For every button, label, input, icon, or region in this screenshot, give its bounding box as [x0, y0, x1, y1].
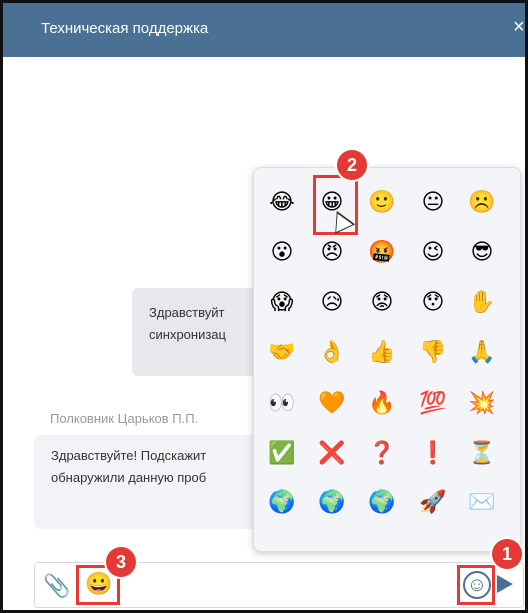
emoji-option[interactable]: 😐 [418, 188, 448, 218]
emoji-option[interactable]: ❓ [367, 439, 397, 469]
annotation-badge-2: 2 [337, 150, 367, 180]
emoji-option[interactable]: 😠 [317, 238, 347, 268]
emoji-option[interactable]: 👌 [317, 338, 347, 368]
emoji-option[interactable]: 😟 [367, 288, 397, 318]
annotation-badge-3: 3 [106, 547, 136, 577]
emoji-option[interactable]: 👀 [267, 389, 297, 419]
emoji-option[interactable]: 🔥 [367, 389, 397, 419]
emoji-option[interactable]: 🙂 [367, 188, 397, 218]
emoji-option[interactable]: 🤬 [367, 238, 397, 268]
outgoing-line-1: Здравствуйте! Подскажит [51, 448, 207, 463]
emoji-option[interactable]: 😎 [467, 238, 497, 268]
attach-icon[interactable]: 📎 [43, 575, 70, 597]
emoji-option[interactable]: 👎 [418, 338, 448, 368]
emoji-option[interactable]: 😱 [267, 288, 297, 318]
emoji-option[interactable]: ✉️ [467, 488, 497, 518]
emoji-option[interactable]: 👍 [367, 338, 397, 368]
emoji-option[interactable]: 😉 [418, 238, 448, 268]
emoji-option[interactable]: 😯 [418, 288, 448, 318]
emoji-option[interactable]: 🙏 [467, 338, 497, 368]
chat-title: Техническая поддержка [41, 20, 209, 37]
chat-window: Техническая поддержка × Здравствуйт синх… [0, 0, 528, 613]
emoji-option[interactable]: 😂 [267, 188, 297, 218]
incoming-line-2: синхронизац [149, 327, 226, 342]
message-author: Полковник Царьков П.П. [50, 411, 199, 426]
emoji-option[interactable]: ✅ [267, 439, 297, 469]
emoji-option[interactable]: ✋ [467, 288, 497, 318]
emoji-option[interactable]: 🤝 [267, 338, 297, 368]
incoming-line-1: Здравствуйт [149, 305, 225, 320]
close-icon[interactable]: × [513, 17, 525, 37]
emoji-option[interactable]: 😮 [267, 238, 297, 268]
chat-header: Техническая поддержка × [3, 3, 525, 57]
outgoing-message: Здравствуйте! Подскажит обнаружили данну… [34, 435, 274, 529]
emoji-option[interactable]: ⏳ [467, 439, 497, 469]
emoji-option[interactable]: 🌍 [367, 488, 397, 518]
emoji-option[interactable]: ❌ [317, 439, 347, 469]
emoji-option[interactable]: 😥 [317, 288, 347, 318]
emoji-option[interactable]: 💯 [418, 389, 448, 419]
emoji-option[interactable]: 🧡 [317, 389, 347, 419]
emoji-option[interactable]: 🚀 [418, 488, 448, 518]
highlight-emoji-button [457, 565, 495, 605]
emoji-option[interactable]: ☹️ [467, 188, 497, 218]
emoji-option[interactable]: 💥 [467, 389, 497, 419]
send-icon[interactable] [497, 575, 513, 593]
annotation-badge-1: 1 [492, 539, 522, 569]
emoji-picker: 😂 😀 🙂 😐 ☹️ 😮 😠 🤬 😉 😎 😱 😥 😟 😯 ✋ 🤝 👌 👍 👎 🙏 👀 🧡 🔥 💯 💥 ✅ ❌ ❓ ❗ ⏳ 🌍 🌍 🌍 🚀 ✉️ [253, 167, 521, 552]
outgoing-line-2: обнаружили данную проб [51, 470, 207, 485]
emoji-option[interactable]: ❗ [418, 439, 448, 469]
emoji-option[interactable]: 🌍 [267, 488, 297, 518]
emoji-option[interactable]: 🌍 [317, 488, 347, 518]
